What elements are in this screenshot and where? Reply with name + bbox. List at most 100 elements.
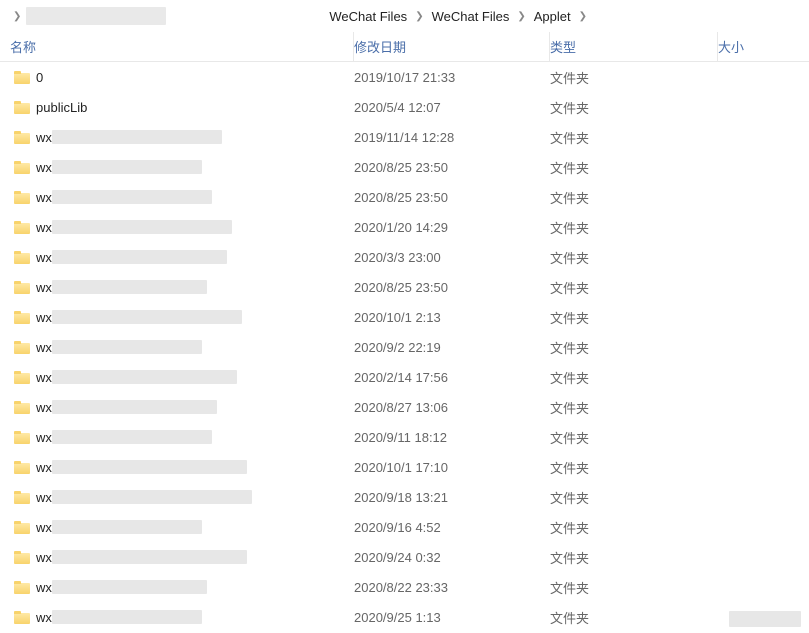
list-item[interactable]: wx2020/3/3 23:00文件夹 (0, 242, 809, 272)
chevron-right-icon[interactable]: ❯ (415, 11, 423, 22)
cell-name: wx (0, 460, 354, 475)
cell-date: 2020/9/25 1:13 (354, 610, 550, 625)
file-name: wx (36, 370, 52, 385)
cell-type: 文件夹 (550, 158, 718, 177)
folder-icon (14, 611, 30, 624)
redacted-text (52, 370, 237, 384)
cell-date: 2020/9/16 4:52 (354, 520, 550, 535)
cell-type: 文件夹 (550, 458, 718, 477)
file-name: wx (36, 460, 52, 475)
breadcrumb: ❯ WeChat Files ❯ WeChat Files ❯ Applet ❯ (0, 0, 809, 32)
redacted-text (52, 340, 202, 354)
list-item[interactable]: wx2020/9/2 22:19文件夹 (0, 332, 809, 362)
cell-type: 文件夹 (550, 398, 718, 417)
cell-type: 文件夹 (550, 278, 718, 297)
redacted-text (52, 520, 202, 534)
cell-type: 文件夹 (550, 98, 718, 117)
cell-date: 2020/8/25 23:50 (354, 190, 550, 205)
file-name: wx (36, 310, 52, 325)
header-date[interactable]: 修改日期 (354, 32, 550, 61)
cell-name: wx (0, 280, 354, 295)
file-name: wx (36, 520, 52, 535)
redacted-text (52, 130, 222, 144)
cell-type: 文件夹 (550, 68, 718, 87)
cell-name: wx (0, 220, 354, 235)
folder-icon (14, 281, 30, 294)
cell-date: 2020/9/11 18:12 (354, 430, 550, 445)
cell-name: wx (0, 400, 354, 415)
file-name: 0 (36, 70, 43, 85)
file-name: wx (36, 400, 52, 415)
breadcrumb-item[interactable]: WeChat Files (429, 7, 513, 26)
chevron-right-icon[interactable]: ❯ (517, 11, 525, 22)
redacted-text (52, 610, 202, 624)
list-item[interactable]: wx2020/8/25 23:50文件夹 (0, 152, 809, 182)
chevron-right-icon[interactable]: ❯ (13, 11, 21, 22)
cell-date: 2020/5/4 12:07 (354, 100, 550, 115)
list-item[interactable]: publicLib2020/5/4 12:07文件夹 (0, 92, 809, 122)
redacted-text (52, 220, 232, 234)
cell-type: 文件夹 (550, 218, 718, 237)
file-name: wx (36, 280, 52, 295)
list-item[interactable]: wx2019/11/14 12:28文件夹 (0, 122, 809, 152)
cell-date: 2020/3/3 23:00 (354, 250, 550, 265)
list-item[interactable]: wx2020/8/22 23:33文件夹 (0, 572, 809, 602)
folder-icon (14, 251, 30, 264)
folder-icon (14, 161, 30, 174)
list-item[interactable]: wx2020/1/20 14:29文件夹 (0, 212, 809, 242)
list-item[interactable]: wx2020/9/16 4:52文件夹 (0, 512, 809, 542)
list-item[interactable]: wx2020/9/18 13:21文件夹 (0, 482, 809, 512)
file-name: wx (36, 550, 52, 565)
redacted-status (729, 611, 801, 627)
folder-icon (14, 581, 30, 594)
folder-icon (14, 131, 30, 144)
redacted-text (52, 580, 207, 594)
list-item[interactable]: wx2020/10/1 2:13文件夹 (0, 302, 809, 332)
redacted-path-segment (26, 7, 166, 25)
list-item[interactable]: wx2020/9/24 0:32文件夹 (0, 542, 809, 572)
cell-name: wx (0, 610, 354, 625)
list-item[interactable]: wx2020/9/11 18:12文件夹 (0, 422, 809, 452)
cell-name: wx (0, 430, 354, 445)
list-item[interactable]: 0 2019/10/17 21:33文件夹 (0, 62, 809, 92)
header-type[interactable]: 类型 (550, 32, 718, 61)
file-name: wx (36, 610, 52, 625)
folder-icon (14, 311, 30, 324)
cell-date: 2020/10/1 17:10 (354, 460, 550, 475)
header-size[interactable]: 大小 (718, 32, 809, 61)
folder-icon (14, 101, 30, 114)
list-item[interactable]: wx 2020/10/1 17:10文件夹 (0, 452, 809, 482)
cell-name: publicLib (0, 100, 354, 115)
cell-type: 文件夹 (550, 128, 718, 147)
breadcrumb-item[interactable]: WeChat Files (326, 7, 410, 26)
list-item[interactable]: wx2020/8/27 13:06文件夹 (0, 392, 809, 422)
list-item[interactable]: wx2020/8/25 23:50文件夹 (0, 182, 809, 212)
cell-type: 文件夹 (550, 188, 718, 207)
redacted-text (52, 490, 252, 504)
cell-name: wx (0, 580, 354, 595)
redacted-text (52, 430, 212, 444)
file-name: wx (36, 340, 52, 355)
cell-date: 2020/9/18 13:21 (354, 490, 550, 505)
list-item[interactable]: wx2020/2/14 17:56文件夹 (0, 362, 809, 392)
chevron-right-icon[interactable]: ❯ (579, 11, 587, 22)
header-name[interactable]: 名称 (0, 32, 354, 61)
folder-icon (14, 401, 30, 414)
file-name: wx (36, 490, 52, 505)
cell-date: 2019/10/17 21:33 (354, 70, 550, 85)
cell-type: 文件夹 (550, 368, 718, 387)
folder-icon (14, 551, 30, 564)
list-item[interactable]: wx2020/9/25 1:13文件夹 (0, 602, 809, 632)
breadcrumb-item[interactable]: Applet (531, 7, 574, 26)
cell-type: 文件夹 (550, 248, 718, 267)
file-name: wx (36, 130, 52, 145)
file-name: wx (36, 430, 52, 445)
redacted-text (52, 280, 207, 294)
folder-icon (14, 221, 30, 234)
cell-date: 2020/9/24 0:32 (354, 550, 550, 565)
redacted-text (52, 460, 247, 474)
list-item[interactable]: wx 2020/8/25 23:50文件夹 (0, 272, 809, 302)
cell-date: 2020/8/25 23:50 (354, 280, 550, 295)
cell-type: 文件夹 (550, 308, 718, 327)
cell-name: wx (0, 520, 354, 535)
